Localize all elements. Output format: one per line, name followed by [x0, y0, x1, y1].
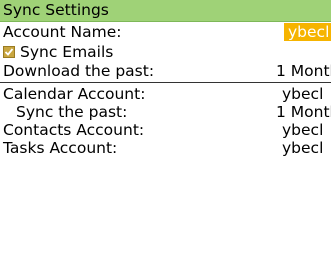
page-title: Sync Settings — [3, 1, 109, 19]
account-name-field[interactable]: ybecl — [284, 23, 331, 41]
account-name-row[interactable]: Account Name: ybecl — [0, 22, 331, 42]
tasks-account-select[interactable]: ybecl — [282, 138, 323, 158]
contacts-account-row[interactable]: Contacts Account: ybecl — [0, 120, 331, 140]
calendar-account-select[interactable]: ybecl — [282, 84, 323, 104]
section-divider — [0, 82, 331, 83]
sync-emails-row[interactable]: Sync Emails — [0, 42, 331, 62]
contacts-account-select[interactable]: ybecl — [282, 120, 323, 140]
calendar-sync-past-row[interactable]: Sync the past: 1 Month — [0, 102, 331, 122]
title-bar: Sync Settings — [0, 0, 331, 22]
contacts-account-label: Contacts Account: — [3, 121, 145, 139]
tasks-account-row[interactable]: Tasks Account: ybecl — [0, 138, 331, 158]
account-name-label: Account Name: — [3, 23, 122, 41]
download-past-row[interactable]: Download the past: 1 Month — [0, 61, 331, 81]
download-past-select[interactable]: 1 Month — [276, 61, 331, 81]
calendar-account-row[interactable]: Calendar Account: ybecl — [0, 84, 331, 104]
download-past-label: Download the past: — [3, 62, 155, 80]
calendar-sync-past-select[interactable]: 1 Month — [276, 102, 331, 122]
tasks-account-label: Tasks Account: — [3, 139, 118, 157]
sync-emails-label: Sync Emails — [20, 43, 114, 61]
checkmark-icon — [4, 48, 14, 56]
calendar-account-label: Calendar Account: — [3, 85, 146, 103]
sync-settings-screen: Sync Settings Account Name: ybecl Sync E… — [0, 0, 331, 254]
calendar-sync-past-label: Sync the past: — [16, 103, 128, 121]
sync-emails-checkbox[interactable] — [3, 46, 15, 58]
